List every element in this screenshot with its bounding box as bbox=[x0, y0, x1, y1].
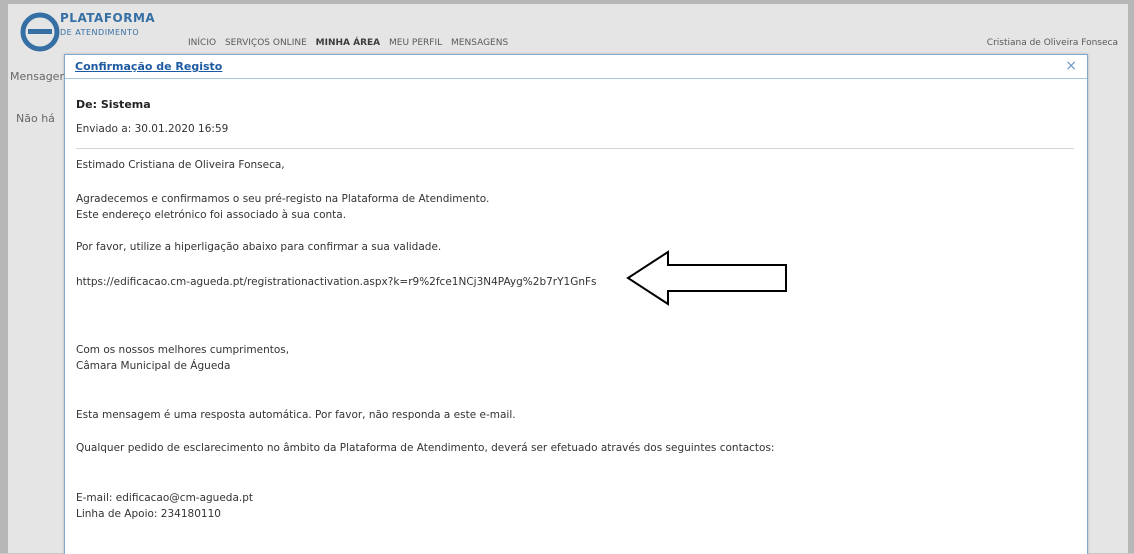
activation-link[interactable]: https://edificacao.cm-agueda.pt/registra… bbox=[76, 276, 597, 288]
dialog-titlebar: Confirmação de Registo × bbox=[65, 55, 1087, 79]
dialog-title: Confirmação de Registo bbox=[75, 60, 223, 73]
paragraph-2: Por favor, utilize a hiperligação abaixo… bbox=[76, 241, 442, 253]
contact-email: E-mail: edificacao@cm-agueda.pt bbox=[76, 492, 254, 504]
paragraph-1-line-1: Agradecemos e confirmamos o seu pré-regi… bbox=[76, 193, 490, 205]
close-icon[interactable]: × bbox=[1065, 56, 1077, 76]
closing-line-2: Câmara Municipal de Águeda bbox=[76, 360, 231, 372]
left-arrow-icon bbox=[626, 250, 787, 306]
contact-phone: Linha de Apoio: 234180110 bbox=[76, 508, 221, 520]
closing-line-1: Com os nossos melhores cumprimentos, bbox=[76, 344, 290, 356]
contacts-intro: Qualquer pedido de esclarecimento no âmb… bbox=[76, 442, 775, 454]
greeting: Estimado Cristiana de Oliveira Fonseca, bbox=[76, 159, 285, 171]
message-sender: De: Sistema bbox=[76, 98, 151, 111]
paragraph-1-line-2: Este endereço eletrónico foi associado à… bbox=[76, 209, 347, 221]
message-dialog: Confirmação de Registo × De: Sistema Env… bbox=[64, 54, 1088, 554]
header-divider bbox=[76, 148, 1074, 149]
message-date: Enviado a: 30.01.2020 16:59 bbox=[76, 123, 229, 135]
auto-reply-notice: Esta mensagem é uma resposta automática.… bbox=[76, 409, 516, 421]
